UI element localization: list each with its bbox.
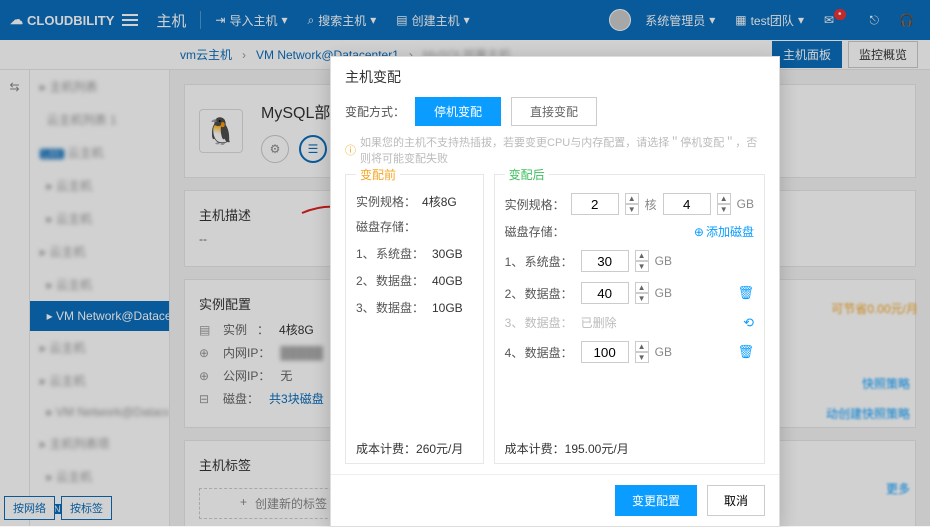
before-disk-row: 2、数据盘：40GB <box>356 272 473 289</box>
mode-stop-button[interactable]: 停机变配 <box>415 97 501 126</box>
after-cost-label: 成本计费： <box>505 442 565 456</box>
before-title: 变配前 <box>356 166 400 183</box>
disk-down[interactable]: ▼ <box>635 261 649 272</box>
disk-up[interactable]: ▲ <box>635 282 649 293</box>
disk-size-input[interactable] <box>581 341 629 363</box>
modal-reconfig: 主机变配 变配方式： 停机变配 直接变配 ⓘ如果您的主机不支持热插拔，若要变更C… <box>330 56 780 527</box>
mode-label: 变配方式： <box>345 103 405 120</box>
mem-unit: GB <box>737 197 754 211</box>
before-cost-label: 成本计费： <box>356 442 416 456</box>
trash-icon[interactable]: 🗑 <box>737 344 754 360</box>
after-disk-row: 2、数据盘：▲▼GB🗑 <box>505 282 754 304</box>
after-disk-row: 3、数据盘：已删除⟲ <box>505 314 754 331</box>
disk-down[interactable]: ▼ <box>635 352 649 363</box>
undo-icon[interactable]: ⟲ <box>743 315 754 331</box>
mem-up[interactable]: ▲ <box>717 193 731 204</box>
before-disk-row: 3、数据盘：10GB <box>356 299 473 316</box>
mem-input[interactable] <box>663 193 711 215</box>
after-title: 变配后 <box>505 166 549 183</box>
cpu-up[interactable]: ▲ <box>625 193 639 204</box>
disk-size-input[interactable] <box>581 282 629 304</box>
before-disk-row: 1、系统盘：30GB <box>356 245 473 262</box>
before-col: 变配前 实例规格：4核8G 磁盘存储： 1、系统盘：30GB2、数据盘：40GB… <box>345 174 484 464</box>
disk-up[interactable]: ▲ <box>635 250 649 261</box>
disk-up[interactable]: ▲ <box>635 341 649 352</box>
after-disk-row: 1、系统盘：▲▼GB <box>505 250 754 272</box>
after-storage-label: 磁盘存储： <box>505 223 565 240</box>
cpu-down[interactable]: ▼ <box>625 204 639 215</box>
confirm-button[interactable]: 变更配置 <box>615 485 697 516</box>
disk-size-input[interactable] <box>581 250 629 272</box>
before-storage-label: 磁盘存储： <box>356 218 416 235</box>
before-spec-label: 实例规格： <box>356 193 416 210</box>
disk-down[interactable]: ▼ <box>635 293 649 304</box>
cpu-unit: 核 <box>645 196 657 213</box>
trash-icon[interactable]: 🗑 <box>737 285 754 301</box>
mode-direct-button[interactable]: 直接变配 <box>511 97 597 126</box>
after-spec-label: 实例规格： <box>505 196 565 213</box>
mem-down[interactable]: ▼ <box>717 204 731 215</box>
warn-text: ⓘ如果您的主机不支持热插拔，若要变更CPU与内存配置，请选择＂停机变配＂，否则将… <box>345 134 765 166</box>
modal-title: 主机变配 <box>331 57 779 97</box>
after-cost-value: 195.00元/月 <box>565 442 629 456</box>
cpu-input[interactable] <box>571 193 619 215</box>
before-cost-value: 260元/月 <box>416 442 463 456</box>
warn-icon: ⓘ <box>345 142 356 158</box>
after-col: 变配后 实例规格： ▲▼ 核 ▲▼ GB 磁盘存储： ⊕添加磁盘 1、系统盘：▲… <box>494 174 765 464</box>
after-disk-row: 4、数据盘：▲▼GB🗑 <box>505 341 754 363</box>
cancel-button[interactable]: 取消 <box>707 485 765 516</box>
add-disk-button[interactable]: ⊕添加磁盘 <box>694 223 754 240</box>
before-spec-value: 4核8G <box>422 193 457 210</box>
